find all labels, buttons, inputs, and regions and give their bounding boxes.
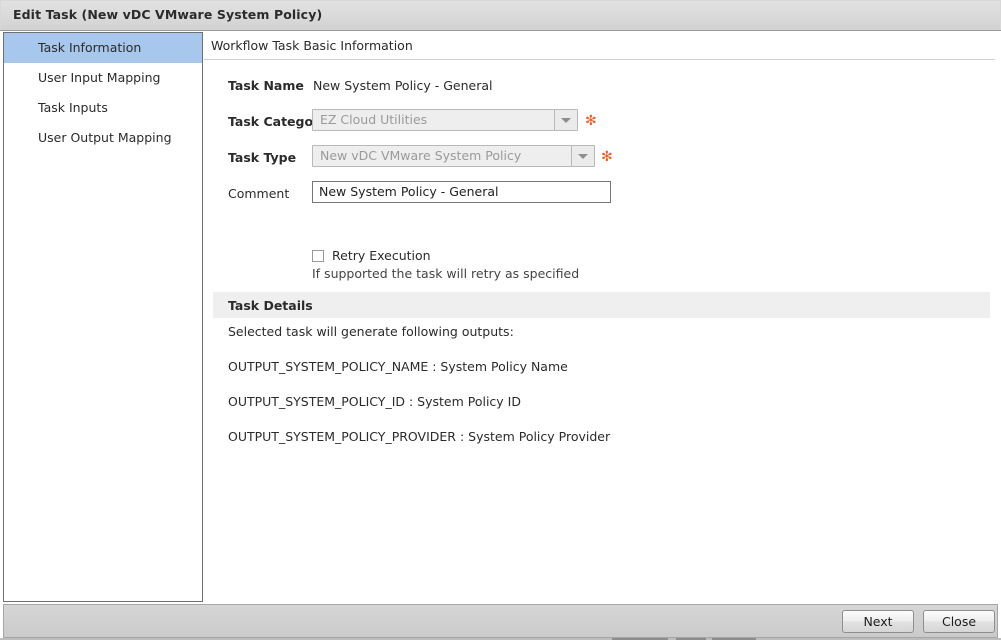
sidebar-item-label: Task Inputs: [38, 100, 108, 115]
task-details-section-header: Task Details: [213, 292, 990, 318]
close-button[interactable]: Close: [923, 610, 995, 633]
task-output-line: OUTPUT_SYSTEM_POLICY_PROVIDER : System P…: [228, 429, 611, 444]
dialog-titlebar: Edit Task (New vDC VMware System Policy): [0, 0, 1001, 31]
task-name-value: New System Policy - General: [313, 78, 493, 93]
dialog-title: Edit Task (New vDC VMware System Policy): [13, 7, 323, 22]
form-row-task-category: Task Category EZ Cloud Utilities ✻: [204, 108, 1001, 144]
task-type-label: Task Type: [228, 150, 297, 165]
sidebar-item-user-input-mapping[interactable]: User Input Mapping: [4, 63, 202, 93]
sidebar-item-task-information[interactable]: Task Information: [4, 33, 202, 63]
sidebar-item-label: Task Information: [38, 40, 142, 55]
task-category-value: EZ Cloud Utilities: [320, 112, 428, 127]
task-output-line: OUTPUT_SYSTEM_POLICY_ID : System Policy …: [228, 394, 521, 409]
retry-execution-group: Retry Execution If supported the task wi…: [204, 248, 1001, 290]
form-row-task-name: Task Name New System Policy - General: [204, 72, 1001, 108]
comment-label: Comment: [228, 186, 290, 201]
wizard-step-sidebar: Task Information User Input Mapping Task…: [3, 32, 203, 602]
content-header-divider: [204, 59, 995, 60]
retry-execution-hint: If supported the task will retry as spec…: [312, 266, 580, 281]
retry-execution-checkbox[interactable]: [312, 250, 324, 262]
form-row-task-type: Task Type New vDC VMware System Policy ✻: [204, 144, 1001, 180]
task-category-dropdown[interactable]: EZ Cloud Utilities: [312, 109, 578, 131]
task-type-dropdown[interactable]: New vDC VMware System Policy: [312, 145, 595, 167]
sidebar-item-label: User Output Mapping: [38, 130, 172, 145]
comment-input[interactable]: New System Policy - General: [312, 181, 611, 203]
edit-task-dialog: Edit Task (New vDC VMware System Policy)…: [0, 0, 1001, 640]
task-type-value: New vDC VMware System Policy: [320, 148, 522, 163]
task-details-intro: Selected task will generate following ou…: [228, 324, 514, 339]
task-details-heading: Task Details: [228, 298, 313, 313]
task-information-form: Task Name New System Policy - General Ta…: [204, 72, 1001, 444]
task-output-line: OUTPUT_SYSTEM_POLICY_NAME : System Polic…: [228, 359, 568, 374]
task-type-required-asterisk: ✻: [601, 149, 613, 165]
chevron-down-icon[interactable]: [571, 146, 594, 166]
next-button[interactable]: Next: [842, 610, 914, 633]
task-category-label: Task Category: [228, 114, 328, 129]
sidebar-item-label: User Input Mapping: [38, 70, 161, 85]
sidebar-item-user-output-mapping[interactable]: User Output Mapping: [4, 123, 202, 153]
sidebar-item-task-inputs[interactable]: Task Inputs: [4, 93, 202, 123]
dialog-footer: Next Close: [3, 604, 998, 638]
content-header-title: Workflow Task Basic Information: [211, 38, 413, 53]
content-panel: Workflow Task Basic Information Task Nam…: [204, 32, 1001, 602]
retry-execution-label: Retry Execution: [332, 248, 431, 263]
task-category-required-asterisk: ✻: [585, 113, 597, 129]
chevron-down-icon[interactable]: [554, 110, 577, 130]
task-name-label: Task Name: [228, 78, 304, 93]
form-row-comment: Comment New System Policy - General: [204, 180, 1001, 216]
